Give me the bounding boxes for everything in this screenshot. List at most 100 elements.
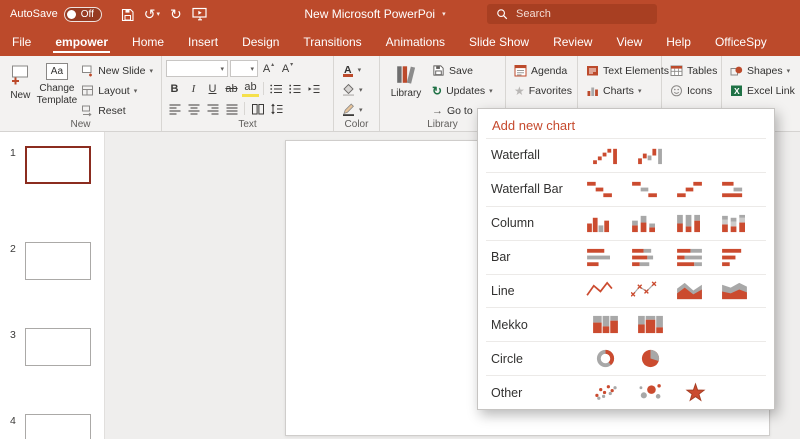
group-label-color: Color xyxy=(344,119,369,130)
indent-button[interactable] xyxy=(306,80,323,97)
font-family-combo[interactable]: ▾ xyxy=(166,60,228,77)
columns-button[interactable] xyxy=(249,100,266,117)
mekko-chart-icon[interactable] xyxy=(592,314,637,335)
agenda-button[interactable]: Agenda xyxy=(510,61,576,80)
tab-animations[interactable]: Animations xyxy=(374,28,457,56)
chevron-down-icon: ▾ xyxy=(359,86,363,94)
chevron-down-icon: ▾ xyxy=(149,67,153,75)
library-save-label: Save xyxy=(449,64,473,77)
numbered-list-button[interactable] xyxy=(287,80,304,97)
line-spacing-button[interactable] xyxy=(268,100,285,117)
font-color-button[interactable]: A ▾ xyxy=(338,60,367,79)
column-stacked-100-icon[interactable] xyxy=(676,213,721,234)
pie-chart-icon[interactable] xyxy=(637,348,682,369)
justify-icon xyxy=(226,104,237,114)
new-slide-button[interactable]: New Slide ▾ xyxy=(77,61,157,80)
document-title-text: New Microsoft PowerPoi xyxy=(304,7,436,21)
updates-button[interactable]: ↻ Updates ▾ xyxy=(428,81,497,100)
bubble-chart-icon[interactable] xyxy=(637,382,682,403)
bold-button[interactable]: B xyxy=(166,80,183,97)
tab-insert[interactable]: Insert xyxy=(176,28,230,56)
column-clustered-icon[interactable] xyxy=(586,213,631,234)
new-button-label: New xyxy=(10,90,31,101)
redo-button[interactable]: ↻ xyxy=(164,0,188,28)
charts-button[interactable]: Charts ▾ xyxy=(582,81,673,100)
new-presentation-button[interactable]: New xyxy=(4,59,37,102)
justify-button[interactable] xyxy=(223,100,240,117)
area-chart-icon[interactable] xyxy=(676,280,721,301)
waterfall-bar-icon[interactable] xyxy=(586,179,631,200)
change-template-button[interactable]: Aa Change Template xyxy=(37,59,77,106)
waterfall-mixed-chart-icon[interactable] xyxy=(637,145,682,166)
chevron-down-icon: ▾ xyxy=(357,66,362,74)
waterfall-bar-total-icon[interactable] xyxy=(721,179,766,200)
line-chart-icon[interactable] xyxy=(586,280,631,301)
waterfall-chart-icon[interactable] xyxy=(592,145,637,166)
donut-chart-icon[interactable] xyxy=(592,348,637,369)
tab-file[interactable]: File xyxy=(0,28,43,56)
column-segmented-icon[interactable] xyxy=(721,213,766,234)
fill-color-button[interactable]: ▾ xyxy=(338,80,367,99)
icons-button[interactable]: Icons xyxy=(666,81,721,100)
paint-bucket-icon xyxy=(343,83,354,96)
font-size-combo[interactable]: ▾ xyxy=(230,60,258,77)
slide-thumbnail-4[interactable] xyxy=(25,414,91,439)
align-left-button[interactable] xyxy=(166,100,183,117)
bar-stacked-100-icon[interactable] xyxy=(676,247,721,268)
italic-button[interactable]: I xyxy=(185,80,202,97)
bar-stacked-icon[interactable] xyxy=(631,247,676,268)
underline-button[interactable]: U xyxy=(204,80,221,97)
reset-button[interactable]: Reset xyxy=(77,101,157,120)
save-button[interactable] xyxy=(116,0,140,28)
tab-design[interactable]: Design xyxy=(230,28,291,56)
waterfall-bar-mixed-icon[interactable] xyxy=(631,179,676,200)
text-elements-button[interactable]: Text Elements xyxy=(582,61,673,80)
mekko-percent-icon[interactable] xyxy=(637,314,682,335)
tab-view[interactable]: View xyxy=(604,28,654,56)
outline-color-button[interactable]: ▾ xyxy=(338,100,367,119)
align-right-icon xyxy=(207,104,218,114)
autosave-toggle[interactable]: AutoSave Off xyxy=(10,6,102,22)
tab-empower[interactable]: empower xyxy=(43,28,120,56)
library-button[interactable]: Library xyxy=(384,59,428,100)
highlight-button[interactable]: ab xyxy=(242,81,259,97)
area-stacked-icon[interactable] xyxy=(721,280,766,301)
tables-button[interactable]: Tables xyxy=(666,61,721,80)
tab-review[interactable]: Review xyxy=(541,28,604,56)
line-markers-icon[interactable] xyxy=(631,280,676,301)
tab-officespy[interactable]: OfficeSpy xyxy=(703,28,779,56)
document-title[interactable]: New Microsoft PowerPoi ▾ xyxy=(280,0,470,28)
slide-thumbnail-2[interactable] xyxy=(25,242,91,280)
tab-slide-show[interactable]: Slide Show xyxy=(457,28,541,56)
search-box[interactable]: Search xyxy=(487,4,657,24)
shrink-font-button[interactable]: A ▾ xyxy=(279,60,296,77)
tab-transitions[interactable]: Transitions xyxy=(291,28,373,56)
bar-single-icon[interactable] xyxy=(721,247,766,268)
new-slide-icon xyxy=(82,65,93,77)
tab-home[interactable]: Home xyxy=(120,28,176,56)
shrink-font-icon: A xyxy=(281,62,290,75)
library-save-button[interactable]: Save xyxy=(428,61,497,80)
slide-thumbnail-1[interactable] xyxy=(25,146,91,184)
up-arrow-icon: ▴ xyxy=(271,62,275,68)
tab-help[interactable]: Help xyxy=(654,28,703,56)
bullet-list-button[interactable] xyxy=(268,80,285,97)
column-stacked-icon[interactable] xyxy=(631,213,676,234)
excel-link-button[interactable]: X Excel Link xyxy=(726,81,799,100)
waterfall-bar-reverse-icon[interactable] xyxy=(676,179,721,200)
bar-clustered-icon[interactable] xyxy=(586,247,631,268)
star-chart-icon[interactable] xyxy=(682,382,727,403)
grow-font-button[interactable]: A ▴ xyxy=(260,60,277,77)
slide-thumbnail-3[interactable] xyxy=(25,328,91,366)
favorites-button[interactable]: ★ Favorites xyxy=(510,81,576,100)
shapes-button[interactable]: Shapes ▾ xyxy=(726,61,799,80)
undo-button[interactable]: ↺ ▾ xyxy=(140,0,164,28)
powerpoint-window: AutoSave Off ↺ ▾ ↻ New Microsoft PowerPo… xyxy=(0,0,800,439)
redo-icon: ↻ xyxy=(169,5,182,22)
start-slideshow-button[interactable] xyxy=(188,0,212,28)
align-center-button[interactable] xyxy=(185,100,202,117)
layout-button[interactable]: Layout ▾ xyxy=(77,81,157,100)
scatter-chart-icon[interactable] xyxy=(592,382,637,403)
align-right-button[interactable] xyxy=(204,100,221,117)
strikethrough-button[interactable]: ab xyxy=(223,80,240,97)
